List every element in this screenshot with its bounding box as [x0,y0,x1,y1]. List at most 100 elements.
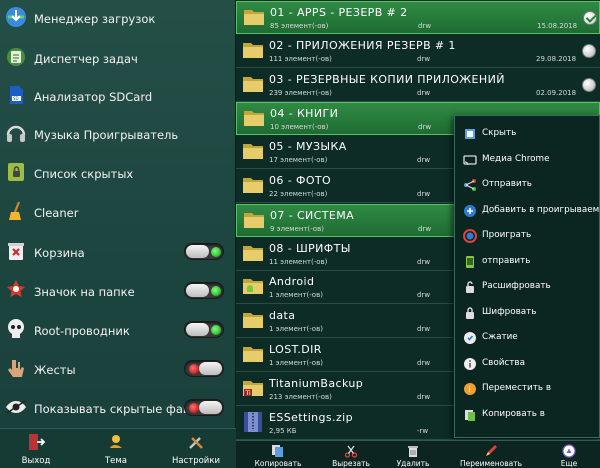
drawer-item[interactable]: Диспетчер задач [0,41,236,80]
file-item-count: 1 элемент(-ов) [269,325,323,334]
toolbar-button[interactable]: Еще [554,441,584,468]
svg-text:SD: SD [13,96,19,101]
file-name: Android [269,275,315,289]
navigation-drawer: Менеджер загрузок Диспетчер задач SD Анализ… [0,0,236,468]
context-menu-label: отправить [482,255,531,266]
settings-icon [186,432,206,452]
folder-icon [241,241,265,265]
send-icon [463,254,477,268]
drawer-item[interactable]: Жесты [0,352,236,391]
toolbar-button[interactable]: Удалить [393,441,433,468]
drawer-item[interactable]: Root-проводник [0,313,236,352]
context-menu-item[interactable]: Отправить [455,173,600,197]
toggle-switch[interactable] [184,399,224,416]
context-menu-item[interactable]: Скрыть [455,122,600,146]
toggle-switch[interactable] [184,321,224,338]
zip-file-icon [241,410,265,434]
toggle-switch[interactable] [184,360,224,377]
toggle-indicator [189,364,199,374]
toggle-indicator [211,325,221,335]
drawer-item[interactable]: Значок на папке [0,274,236,313]
file-date: 29.08.2018 [536,54,577,63]
file-name: LOST.DIR [269,343,322,356]
context-menu-item[interactable]: Добавить в проигрываемые [455,199,600,223]
drawer-bottom-button[interactable]: Тема [86,429,146,468]
trash-icon [4,239,28,263]
folder-icon [242,106,266,130]
drawer-item-label: Cleaner [34,206,79,220]
file-name: 02 - ПРИЛОЖЕНИЯ РЕЗЕРВ # 1 [269,38,456,52]
compress-icon [463,330,477,344]
folder-badge-icon [4,278,28,302]
toolbar-button[interactable]: Копировать [250,441,306,468]
file-row[interactable]: 02 - ПРИЛОЖЕНИЯ РЕЗЕРВ # 1 111 элемент(-о… [236,35,600,68]
file-name: 03 - РЕЗЕРВНЫЕ КОПИИ ПРИЛОЖЕНИЙ [269,72,505,86]
file-actions-toolbar: Копировать Вырезать Удалить Переименовать Ещ… [236,440,600,468]
folder-icon [241,173,265,197]
toolbar-button[interactable]: Вырезать [330,441,372,468]
svg-text:Ti: Ti [245,390,251,397]
drawer-item[interactable]: Корзина [0,235,236,274]
context-menu-item[interactable]: Копировать в [455,403,600,427]
toolbar-button[interactable]: Переименовать [456,441,526,468]
select-checkbox[interactable] [582,43,596,58]
folder-icon [241,38,265,62]
file-item-count: 17 элемент(-ов) [269,156,328,165]
toggle-indicator [211,286,221,296]
folder-icon [241,72,265,96]
unlock-icon [463,279,477,293]
drawer-item[interactable]: Менеджер загрузок [0,1,236,40]
select-checkbox[interactable] [583,11,597,25]
context-menu-item[interactable]: Медиа Chrome [455,148,600,172]
folder-icon [241,342,265,366]
context-menu-item[interactable]: Проиграть [455,224,600,248]
drawer-item[interactable]: Список скрытых [0,156,236,195]
drawer-item-label: Жесты [34,363,76,377]
info-icon [463,356,477,370]
more-icon [562,443,576,458]
context-menu-label: Копировать в [482,408,545,419]
task-manager-icon [4,45,28,69]
lock-icon [463,305,477,319]
drawer-bottom-label: Тема [104,456,128,466]
cast-icon [463,152,477,166]
file-permissions: drw [418,224,432,233]
context-menu-item[interactable]: i Переместить в [455,377,600,401]
headphones-icon [4,121,28,145]
file-row[interactable]: 01 - APPS - РЕЗЕРВ # 2 85 элемент(-ов) drw… [236,1,600,34]
file-date: 02.09.2018 [536,88,577,97]
file-name: ESSettings.zip [269,410,353,424]
file-name: 06 - ФОТО [269,174,332,187]
drawer-item[interactable]: Показывать скрытые файлы [0,391,236,430]
gesture-hand-icon [4,356,28,380]
drawer-bottom-button[interactable]: Выход [6,429,66,468]
toolbar-label: Еще [560,459,578,468]
drawer-item[interactable]: Музыка Проигрыватель [0,117,236,156]
drawer-item[interactable]: Cleaner [0,195,236,234]
file-item-count: 213 элемент(-ов) [269,392,332,401]
file-name: 08 - ШРИФТЫ [269,241,351,255]
drawer-item[interactable]: SD Анализатор SDCard [0,79,236,118]
drawer-item-label: Список скрытых [34,167,134,181]
file-permissions: drw [417,392,431,401]
context-menu-item[interactable]: отправить [455,250,600,274]
context-menu-label: Сжатие [482,332,518,342]
drawer-item-label: Показывать скрытые файлы [34,402,207,416]
context-menu-item[interactable]: Сжатие [455,326,600,350]
copy-to-icon [463,407,477,421]
file-name: data [269,309,296,323]
file-item-count: 111 элемент(-ов) [269,54,332,63]
context-menu-item[interactable]: Шифровать [455,301,600,325]
context-menu-label: Свойства [482,357,525,368]
context-menu-item[interactable]: Расшифровать [455,275,600,299]
toggle-switch[interactable] [184,282,224,299]
context-menu-item[interactable]: Свойства [455,352,600,376]
playlist-add-icon [463,203,477,217]
file-row[interactable]: 03 - РЕЗЕРВНЫЕ КОПИИ ПРИЛОЖЕНИЙ 239 элеме… [236,69,600,102]
context-menu-label: Отправить [482,179,532,189]
select-checkbox[interactable] [582,77,596,92]
file-permissions: drw [417,190,431,198]
drawer-bottom-label: Настройки [171,456,220,466]
toggle-switch[interactable] [184,243,224,260]
drawer-bottom-button[interactable]: Настройки [166,429,226,468]
